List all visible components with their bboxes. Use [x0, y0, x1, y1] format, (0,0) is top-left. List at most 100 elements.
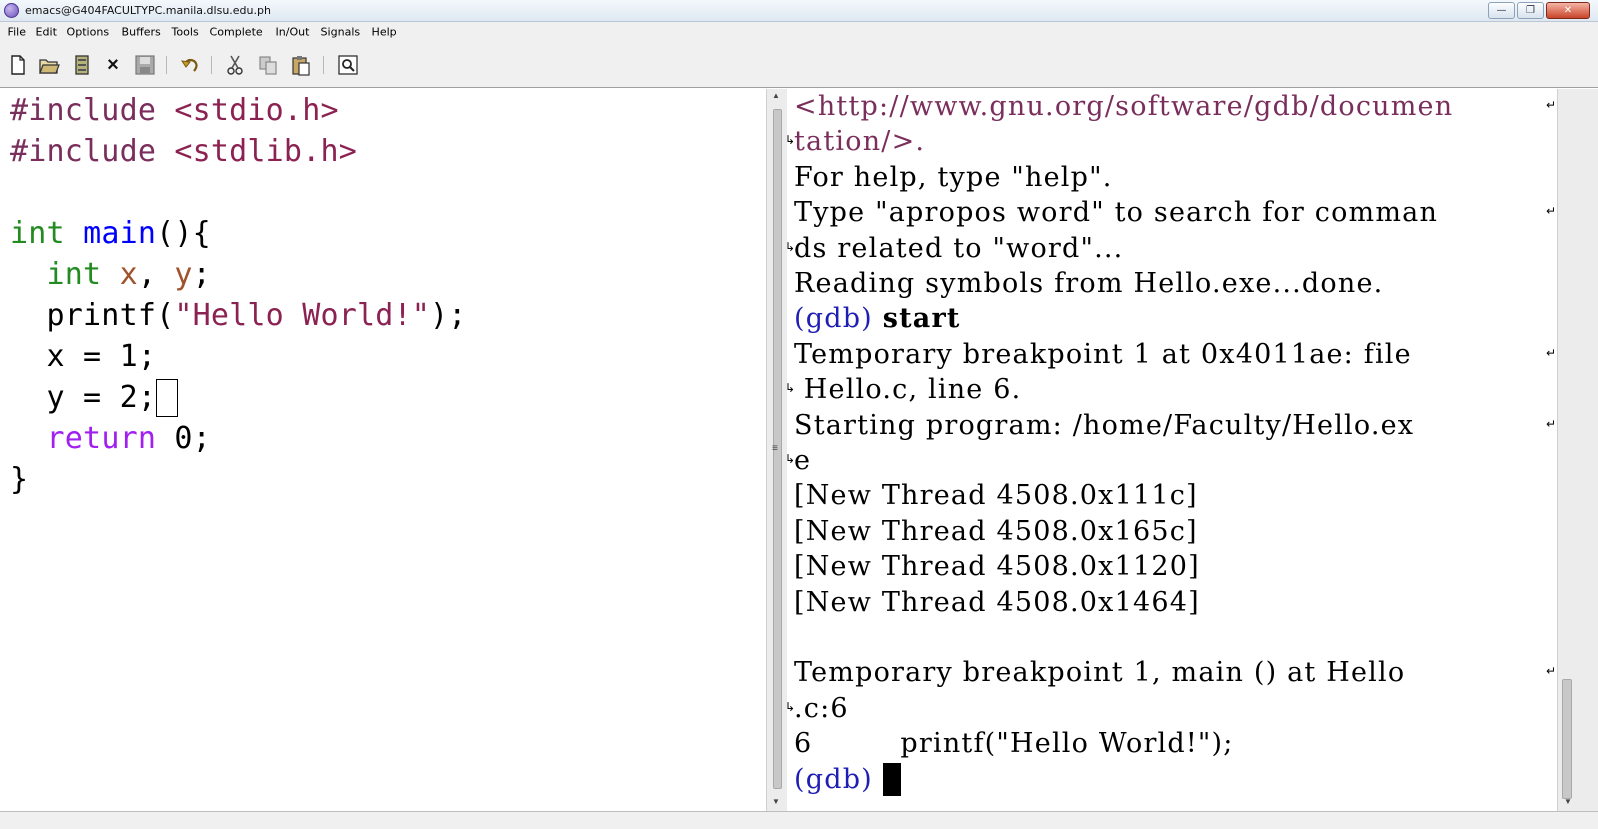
code-token: #include — [10, 134, 175, 169]
menu-buffers[interactable]: Buffers — [116, 26, 166, 39]
text-cursor — [156, 379, 179, 417]
line-continuation-icon: ↵ — [1546, 98, 1557, 112]
code-token: ; — [192, 257, 211, 292]
undo-icon[interactable] — [178, 53, 202, 77]
menu-file[interactable]: File — [2, 26, 32, 39]
menu-signals[interactable]: Signals — [315, 26, 366, 39]
minimize-button[interactable]: — — [1488, 2, 1515, 19]
gdb-text: .c:6 — [794, 692, 849, 724]
scroll-down-arrow-icon[interactable]: ▼ — [1564, 797, 1572, 806]
search-icon[interactable] — [336, 53, 360, 77]
menu-bar: File Edit Options Buffers Tools Complete… — [0, 22, 1598, 42]
paste-icon[interactable] — [289, 53, 313, 77]
menu-help[interactable]: Help — [366, 26, 402, 39]
menu-tools[interactable]: Tools — [166, 26, 204, 39]
gdb-output-line: [New Thread 4508.0x1464] — [794, 585, 1200, 620]
code-token: printf( — [10, 298, 175, 333]
gdb-output-line: .c:6 — [794, 691, 849, 726]
line-continuation-icon: ↵ — [1546, 416, 1557, 431]
code-token: , — [137, 257, 175, 292]
gdb-output-line: [New Thread 4508.0x165c] — [794, 514, 1198, 549]
gdb-scrollbar[interactable]: ▼ — [1557, 89, 1598, 811]
source-line: return 0; — [10, 419, 211, 459]
code-token: y = 2; — [10, 380, 157, 415]
source-editor-pane[interactable]: #include <stdio.h> #include <stdlib.h> int… — [0, 89, 766, 811]
window-divider-scrollbar[interactable]: ▲ ≡ ▼ — [766, 89, 787, 811]
gdb-output-line: (gdb) — [794, 762, 901, 797]
gdb-output-line: ds related to "word"... — [794, 231, 1123, 266]
gdb-text: <http://www.gnu.org/software/gdb/documen — [794, 91, 1454, 122]
scrollbar-thumb[interactable] — [1562, 679, 1572, 799]
line-continuation-icon: ↳ — [785, 133, 796, 148]
scroll-up-arrow-icon[interactable]: ▲ — [772, 91, 780, 100]
gdb-output-line: Starting program: /home/Faculty/Hello.ex — [794, 408, 1414, 443]
code-token: main — [83, 216, 157, 251]
gdb-prompt: (gdb) — [794, 303, 883, 335]
close-buffer-icon[interactable]: × — [101, 53, 125, 77]
line-continuation-icon: ↵ — [1546, 204, 1557, 219]
window-controls: — ❐ ✕ — [1488, 2, 1590, 19]
divider-grip-icon[interactable]: ≡ — [772, 443, 778, 454]
maximize-button[interactable]: ❐ — [1517, 2, 1544, 19]
title-bar: emacs@G404FACULTYPC.manila.dlsu.edu.ph —… — [0, 0, 1598, 22]
code-token: <stdlib.h> — [174, 134, 357, 169]
code-token: <stdio.h> — [174, 93, 339, 128]
code-token: 0; — [156, 421, 211, 456]
gdb-text: Temporary breakpoint 1 at 0x4011ae: file — [794, 338, 1412, 370]
gdb-text: Starting program: /home/Faculty/Hello.ex — [794, 409, 1415, 441]
open-folder-icon[interactable] — [37, 53, 61, 77]
code-token: x = 1; — [10, 339, 157, 374]
toolbar-separator — [323, 56, 324, 74]
line-continuation-icon: ↵ — [1546, 664, 1557, 679]
close-button[interactable]: ✕ — [1546, 2, 1590, 19]
gdb-pane[interactable]: <http://www.gnu.org/software/gdb/documen… — [787, 89, 1557, 811]
gdb-output-line: [New Thread 4508.0x1120] — [794, 549, 1200, 584]
gdb-output-line: Temporary breakpoint 1 at 0x4011ae: file — [794, 337, 1412, 372]
gdb-prompt: (gdb) — [794, 763, 883, 795]
source-line: x = 1; — [10, 337, 156, 377]
gdb-text: [New Thread 4508.0x111c] — [794, 480, 1198, 512]
scroll-down-arrow-icon[interactable]: ▼ — [772, 797, 780, 806]
gdb-text: [New Thread 4508.0x165c] — [794, 515, 1198, 547]
gdb-output-line: tation/>. — [794, 124, 925, 159]
emacs-icon — [4, 3, 19, 18]
line-continuation-icon: ↳ — [785, 381, 796, 396]
toolbar-separator — [211, 56, 212, 74]
code-token: "Hello World!" — [174, 298, 431, 333]
save-dir-icon[interactable] — [70, 53, 94, 77]
gdb-output-line: <http://www.gnu.org/software/gdb/documen — [794, 89, 1453, 124]
gdb-output-line: Hello.c, line 6. — [794, 372, 1021, 407]
new-file-icon[interactable] — [6, 53, 30, 77]
gdb-text: Temporary breakpoint 1, main () at Hello — [794, 657, 1406, 689]
gdb-text: [New Thread 4508.0x1464] — [794, 586, 1200, 618]
code-token: int — [46, 257, 102, 292]
source-line: int x, y; — [10, 255, 211, 295]
cut-icon[interactable] — [223, 53, 247, 77]
code-token: x — [119, 257, 138, 292]
save-icon[interactable] — [133, 53, 157, 77]
line-continuation-icon: ↳ — [785, 239, 796, 254]
menu-edit[interactable]: Edit — [30, 26, 62, 39]
code-token: return — [46, 421, 157, 456]
gdb-text: Type "apropos word" to search for comman — [794, 197, 1439, 229]
source-line: #include <stdlib.h> — [10, 132, 357, 172]
window-title: emacs@G404FACULTYPC.manila.dlsu.edu.ph — [25, 4, 271, 17]
gdb-output-line: For help, type "help". — [794, 160, 1113, 195]
gdb-text: ds related to "word"... — [794, 232, 1124, 264]
gdb-output-line: e — [794, 443, 811, 478]
gdb-text: For help, type "help". — [794, 161, 1113, 193]
menu-in-out[interactable]: In/Out — [270, 26, 315, 39]
copy-icon[interactable] — [256, 53, 280, 77]
source-line: } — [10, 460, 28, 500]
menu-complete[interactable]: Complete — [204, 26, 268, 39]
gdb-output-line: 6 printf("Hello World!"); — [794, 726, 1234, 761]
source-line: #include <stdio.h> — [10, 91, 339, 131]
gdb-text: Reading symbols from Hello.exe...done. — [794, 268, 1384, 299]
text-cursor — [882, 762, 901, 796]
gdb-text: tation/>. — [794, 126, 926, 158]
toolbar-separator — [166, 56, 167, 74]
menu-options[interactable]: Options — [61, 26, 115, 39]
